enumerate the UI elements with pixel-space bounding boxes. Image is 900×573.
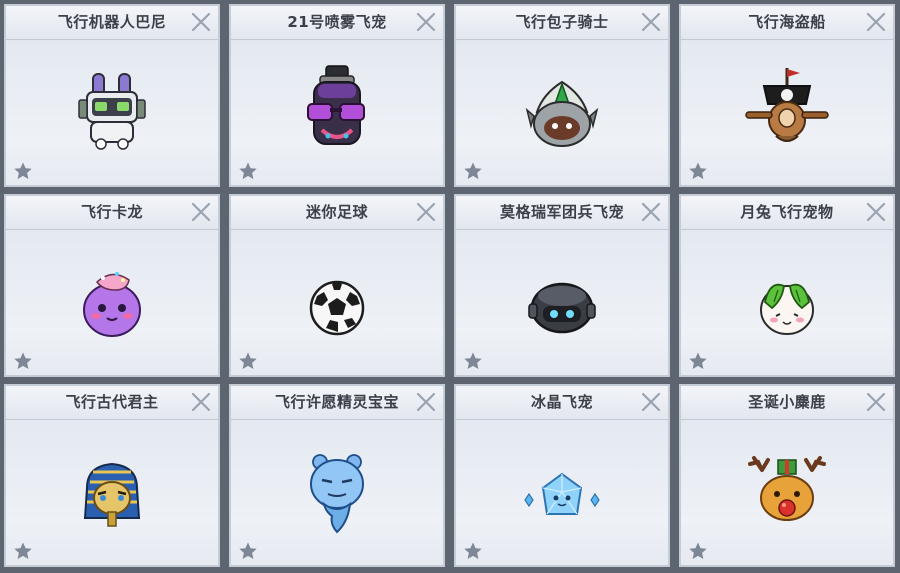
close-icon[interactable] [413, 389, 439, 415]
favorite-star-icon[interactable] [238, 161, 258, 181]
close-icon[interactable] [413, 199, 439, 225]
pet-card[interactable]: 21号喷雾飞宠 [229, 4, 445, 187]
pet-name: 迷你足球 [305, 203, 368, 221]
favorite-star-icon[interactable] [13, 351, 33, 371]
close-icon[interactable] [863, 9, 889, 35]
pet-name: 飞行包子骑士 [515, 13, 609, 31]
pet-name: 飞行古代君主 [65, 393, 159, 411]
legion-soldier-pet-icon [528, 282, 596, 333]
wish-genie-pet-icon [310, 453, 364, 533]
pet-preview [456, 420, 668, 565]
favorite-star-icon[interactable] [688, 541, 708, 561]
pet-preview [6, 420, 218, 565]
pet-preview [681, 40, 893, 185]
ice-crystal-pet-icon [524, 472, 600, 515]
pet-name: 21号喷雾飞宠 [287, 13, 387, 31]
pet-card[interactable]: 飞行卡龙 [4, 194, 220, 377]
close-icon[interactable] [188, 199, 214, 225]
close-icon[interactable] [638, 199, 664, 225]
pet-name: 飞行许愿精灵宝宝 [274, 393, 399, 411]
close-icon[interactable] [188, 389, 214, 415]
favorite-star-icon[interactable] [688, 161, 708, 181]
spray-can-pet-icon [307, 64, 365, 145]
favorite-star-icon[interactable] [463, 541, 483, 561]
close-icon[interactable] [863, 389, 889, 415]
pet-card[interactable]: 飞行海盗船 [679, 4, 895, 187]
pet-preview [231, 420, 443, 565]
pet-card[interactable]: 冰晶飞宠 [454, 384, 670, 567]
pet-card[interactable]: 飞行古代君主 [4, 384, 220, 567]
pet-preview [456, 40, 668, 185]
close-icon[interactable] [413, 9, 439, 35]
pet-name: 飞行机器人巴尼 [57, 13, 167, 31]
pet-preview [456, 230, 668, 375]
pet-card[interactable]: 圣诞小麋鹿 [679, 384, 895, 567]
pet-grid: 飞行机器人巴尼 21号喷雾飞宠 飞行包子骑士 飞行海盗船 飞行卡龙 迷你足球 莫… [0, 0, 900, 573]
close-icon[interactable] [638, 389, 664, 415]
favorite-star-icon[interactable] [238, 541, 258, 561]
pet-name: 月兔飞行宠物 [740, 203, 834, 221]
pet-card[interactable]: 飞行机器人巴尼 [4, 4, 220, 187]
favorite-star-icon[interactable] [463, 351, 483, 371]
favorite-star-icon[interactable] [688, 351, 708, 371]
pet-preview [681, 230, 893, 375]
close-icon[interactable] [638, 9, 664, 35]
pet-preview [231, 230, 443, 375]
pet-card[interactable]: 迷你足球 [229, 194, 445, 377]
pet-preview [6, 230, 218, 375]
moon-rabbit-pet-icon [760, 283, 814, 335]
close-icon[interactable] [188, 9, 214, 35]
favorite-star-icon[interactable] [238, 351, 258, 371]
christmas-reindeer-pet-icon [748, 455, 826, 521]
pet-name: 冰晶飞宠 [530, 393, 593, 411]
favorite-star-icon[interactable] [463, 161, 483, 181]
pet-card[interactable]: 飞行包子骑士 [454, 4, 670, 187]
pirate-ship-pet-icon [745, 67, 829, 142]
pet-preview [681, 420, 893, 565]
favorite-star-icon[interactable] [13, 161, 33, 181]
pet-name: 飞行卡龙 [80, 203, 143, 221]
robot-pet-icon [78, 72, 146, 150]
pharaoh-pet-icon [83, 462, 141, 527]
pet-name: 圣诞小麋鹿 [748, 393, 826, 411]
close-icon[interactable] [863, 199, 889, 225]
pet-preview [231, 40, 443, 185]
favorite-star-icon[interactable] [13, 541, 33, 561]
macaron-pet-icon [83, 271, 141, 337]
bun-knight-pet-icon [525, 80, 599, 147]
pet-card[interactable]: 莫格瑞军团兵飞宠 [454, 194, 670, 377]
pet-card[interactable]: 月兔飞行宠物 [679, 194, 895, 377]
pet-name: 飞行海盗船 [748, 13, 826, 31]
pet-card[interactable]: 飞行许愿精灵宝宝 [229, 384, 445, 567]
pet-name: 莫格瑞军团兵飞宠 [499, 203, 624, 221]
soccer-ball-pet-icon [309, 280, 365, 335]
pet-preview [6, 40, 218, 185]
